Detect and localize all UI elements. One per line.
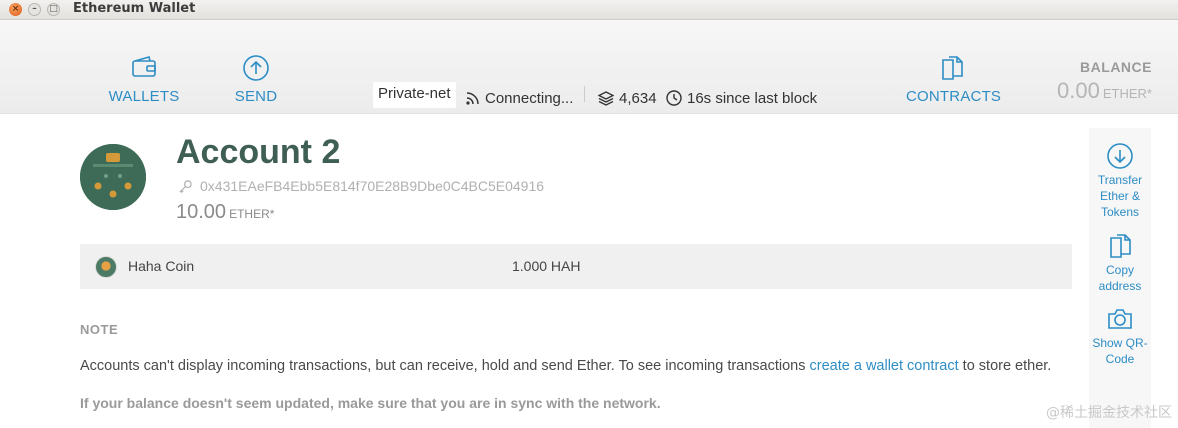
transfer-label-line3: Tokens bbox=[1100, 205, 1140, 219]
note-heading: NOTE bbox=[80, 322, 119, 337]
window-titlebar: × – □ Ethereum Wallet bbox=[0, 0, 1178, 20]
sync-note: If your balance doesn't seem updated, ma… bbox=[80, 395, 661, 411]
window-maximize-button[interactable]: □ bbox=[47, 3, 60, 16]
last-block-time: 16s since last block bbox=[666, 85, 817, 111]
qr-label-line1: Show QR- bbox=[1092, 336, 1148, 350]
block-number: 4,634 bbox=[598, 85, 657, 111]
token-icon bbox=[95, 256, 117, 278]
account-address-text: 0x431EAeFB4Ebb5E814f70E28B9Dbe0C4BC5E049… bbox=[200, 178, 545, 194]
account-name: Account 2 bbox=[176, 133, 341, 171]
last-block-text: 16s since last block bbox=[687, 89, 818, 107]
copy-label-line1: Copy bbox=[1105, 263, 1134, 277]
total-balance-unit: ETHER* bbox=[1102, 86, 1152, 101]
wallet-icon bbox=[132, 56, 156, 77]
note-text-before: Accounts can't display incoming transact… bbox=[80, 358, 810, 374]
token-name: Haha Coin bbox=[128, 258, 195, 274]
copy-icon bbox=[1110, 234, 1131, 258]
key-icon bbox=[179, 179, 192, 193]
connection-status-text: Connecting... bbox=[485, 89, 574, 107]
block-number-text: 4,634 bbox=[619, 89, 657, 107]
show-qr-code-button[interactable]: Show QR- Code bbox=[1089, 305, 1151, 367]
window-minimize-button[interactable]: – bbox=[28, 3, 41, 16]
note-text-after: to store ether. bbox=[958, 358, 1052, 374]
nav-contracts[interactable]: CONTRACTS bbox=[906, 54, 1002, 105]
nav-send-label: SEND bbox=[234, 88, 278, 105]
copy-address-button[interactable]: Copy address bbox=[1089, 232, 1151, 294]
nav-contracts-label: CONTRACTS bbox=[906, 88, 1002, 105]
nav-wallets-label: WALLETS bbox=[108, 88, 180, 105]
transfer-label-line2: Ether & bbox=[1099, 189, 1141, 203]
nav-send[interactable]: SEND bbox=[228, 54, 284, 105]
account-address[interactable]: 0x431EAeFB4Ebb5E814f70E28B9Dbe0C4BC5E049… bbox=[178, 178, 544, 194]
account-balance: 10.00 ETHER* bbox=[176, 201, 274, 224]
watermark: @稀土掘金技术社区 bbox=[1046, 405, 1172, 421]
arrow-down-circle-icon bbox=[1107, 143, 1133, 169]
create-wallet-contract-link[interactable]: create a wallet contract bbox=[810, 358, 959, 374]
transfer-ether-tokens-button[interactable]: Transfer Ether & Tokens bbox=[1089, 142, 1151, 220]
total-balance: 0.00 ETHER* bbox=[1057, 78, 1152, 104]
copy-label-line2: address bbox=[1098, 279, 1142, 293]
transfer-label-line1: Transfer bbox=[1097, 173, 1143, 187]
documents-icon bbox=[942, 56, 963, 80]
qr-label-line2: Code bbox=[1105, 352, 1135, 366]
identicon bbox=[80, 144, 146, 210]
note-text: Accounts can't display incoming transact… bbox=[80, 358, 1051, 374]
clock-icon bbox=[666, 90, 682, 106]
window-title: Ethereum Wallet bbox=[73, 1, 196, 16]
account-balance-unit: ETHER* bbox=[229, 207, 275, 221]
layers-icon bbox=[598, 91, 614, 106]
token-balance: 1.000 HAH bbox=[512, 258, 581, 274]
arrow-up-circle-icon bbox=[243, 55, 269, 81]
status-divider bbox=[584, 86, 585, 102]
connection-status: Connecting... bbox=[465, 85, 573, 111]
rss-icon bbox=[466, 92, 479, 105]
window-close-button[interactable]: × bbox=[9, 3, 22, 16]
account-avatar bbox=[80, 144, 146, 210]
top-nav: WALLETS SEND Private-net Connecting... 4… bbox=[0, 20, 1178, 114]
token-row[interactable]: Haha Coin 1.000 HAH bbox=[80, 244, 1072, 289]
balance-label: BALANCE bbox=[1080, 59, 1152, 75]
total-balance-value: 0.00 bbox=[1057, 78, 1100, 103]
account-actions-sidebar: Transfer Ether & Tokens Copy address Sho… bbox=[1089, 128, 1151, 428]
camera-icon bbox=[1108, 309, 1132, 329]
account-balance-value: 10.00 bbox=[176, 201, 227, 223]
network-badge: Private-net bbox=[373, 82, 456, 108]
nav-wallets[interactable]: WALLETS bbox=[108, 54, 180, 105]
